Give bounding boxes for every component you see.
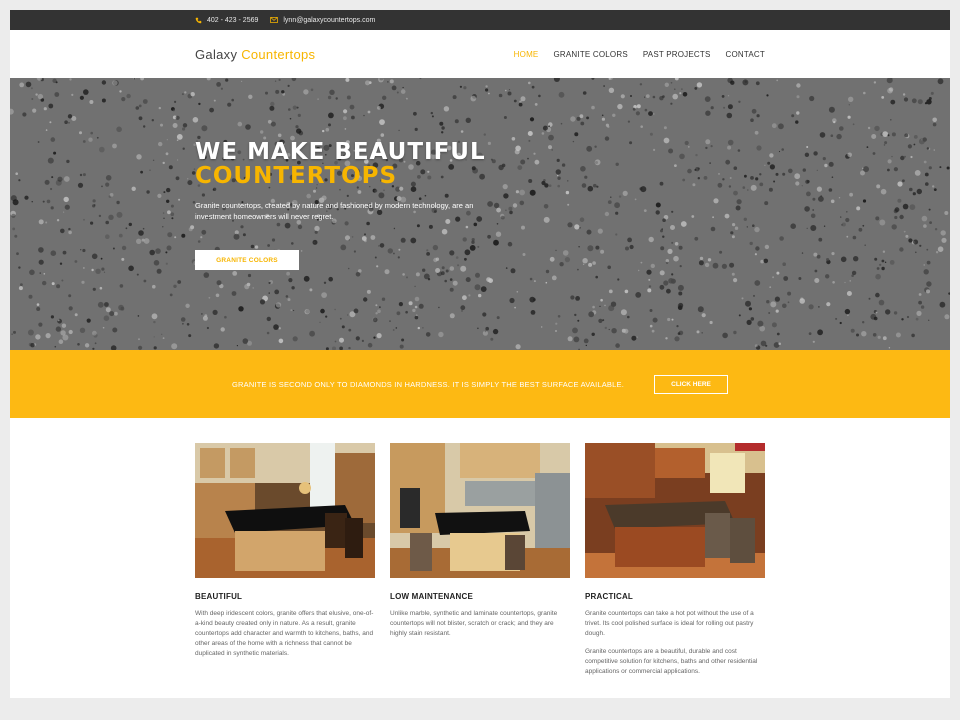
feature-text: Unlike marble, synthetic and laminate co… (390, 610, 558, 637)
feature-beautiful: BEAUTIFUL With deep iridescent colors, g… (195, 443, 375, 677)
feature-text: Granite countertops can take a hot pot w… (585, 610, 754, 637)
nav-item-granite-colors[interactable]: GRANITE COLORS (553, 50, 627, 59)
mail-icon (270, 17, 279, 23)
click-here-button[interactable]: CLICK HERE (654, 374, 728, 394)
nav-item-home[interactable]: HOME (514, 50, 539, 59)
feature-low-maintenance: LOW MAINTENANCE Unlike marble, synthetic… (390, 443, 570, 677)
phone-number: 402 - 423 - 2569 (207, 16, 259, 24)
kitchen-photo-1 (195, 443, 375, 578)
logo-text-countertops: Countertops (241, 46, 316, 62)
callout-message: GRANITE IS SECOND ONLY TO DIAMONDS IN HA… (231, 379, 624, 389)
feature-title: PRACTICAL (585, 592, 634, 601)
top-contact-bar: 402 - 423 - 2569 lynn@galaxycountertops.… (10, 10, 950, 30)
granite-colors-button[interactable]: GRANITE COLORS (195, 250, 299, 270)
hero-content: WE MAKE BEAUTIFUL COUNTERTOPS Granite co… (195, 140, 486, 222)
logo-text-galaxy: Galaxy (195, 46, 238, 62)
phone-icon (195, 17, 202, 23)
phone-contact[interactable]: 402 - 423 - 2569 (195, 17, 258, 24)
site-logo[interactable]: Galaxy Countertops (195, 47, 315, 62)
feature-title: BEAUTIFUL (195, 592, 243, 601)
feature-title: LOW MAINTENANCE (390, 592, 473, 601)
features-section: BEAUTIFUL With deep iridescent colors, g… (10, 418, 950, 677)
email-contact[interactable]: lynn@galaxycountertops.com (270, 17, 375, 24)
nav-item-contact[interactable]: CONTACT (726, 50, 765, 59)
kitchen-photo-3 (585, 443, 765, 578)
page-frame: 402 - 423 - 2569 lynn@galaxycountertops.… (10, 10, 950, 698)
hero-title: WE MAKE BEAUTIFUL COUNTERTOPS (195, 140, 486, 188)
callout-band: GRANITE IS SECOND ONLY TO DIAMONDS IN HA… (10, 350, 950, 418)
feature-text: Granite countertops are a beautiful, dur… (585, 648, 758, 675)
hero-title-line2: COUNTERTOPS (195, 163, 398, 189)
nav-menu: HOME GRANITE COLORS PAST PROJECTS CONTAC… (514, 50, 765, 59)
main-navbar: Galaxy Countertops HOME GRANITE COLORS P… (10, 30, 950, 78)
hero-title-line1: WE MAKE BEAUTIFUL (195, 139, 486, 165)
kitchen-photo-2 (390, 443, 570, 578)
email-address: lynn@galaxycountertops.com (283, 16, 376, 24)
nav-item-past-projects[interactable]: PAST PROJECTS (643, 50, 711, 59)
hero-section: WE MAKE BEAUTIFUL COUNTERTOPS Granite co… (10, 78, 950, 350)
feature-practical: PRACTICAL Granite countertops can take a… (585, 443, 765, 677)
hero-description: Granite countertops, created by nature a… (195, 201, 474, 221)
feature-text: With deep iridescent colors, granite off… (195, 610, 374, 657)
